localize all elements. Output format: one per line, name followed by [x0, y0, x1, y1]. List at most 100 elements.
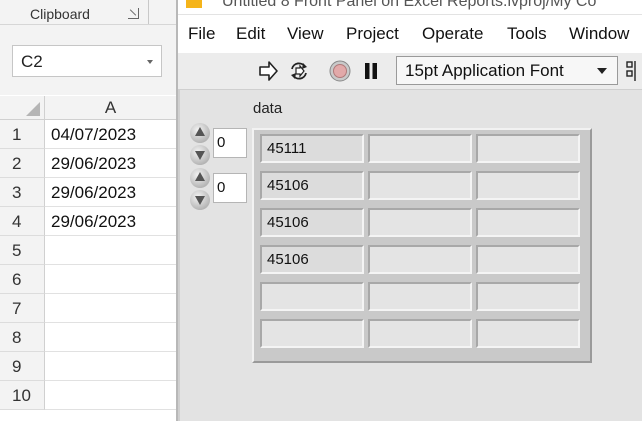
name-box-value: C2 [21, 52, 43, 71]
array-element[interactable]: 45106 [260, 171, 364, 200]
array-control[interactable]: 45111 45106 45106 45106 [252, 128, 592, 363]
array-element[interactable] [476, 134, 580, 163]
row-header[interactable]: 9 [0, 352, 45, 381]
worksheet-row: 8 [0, 323, 176, 352]
array-element[interactable] [260, 319, 364, 348]
worksheet-row: 9 [0, 352, 176, 381]
index-spinner[interactable] [188, 167, 212, 211]
labview-logo-icon [186, 0, 202, 8]
chevron-down-icon[interactable] [147, 60, 153, 64]
worksheet-row: 5 [0, 236, 176, 265]
array-element[interactable] [476, 208, 580, 237]
formula-bar-area: C2 [0, 25, 176, 95]
title-bar: Untitled 8 Front Panel on Excel Reports.… [178, 0, 642, 14]
array-element[interactable] [476, 245, 580, 274]
chevron-down-icon[interactable] [597, 68, 607, 74]
row-header[interactable]: 3 [0, 178, 45, 207]
array-element[interactable] [368, 319, 472, 348]
menu-bar: File Edit View Project Operate Tools Win… [178, 15, 642, 53]
worksheet-cell[interactable]: 04/07/2023 [45, 120, 176, 149]
array-element[interactable]: 45106 [260, 208, 364, 237]
array-element-value: 45106 [267, 177, 309, 194]
column-header-a[interactable]: A [45, 96, 176, 120]
row-header[interactable]: 4 [0, 207, 45, 236]
array-element-value: 45106 [267, 251, 309, 268]
index-row-input[interactable]: 0 [213, 128, 247, 158]
array-element[interactable] [476, 319, 580, 348]
array-index-row[interactable]: 0 [188, 122, 247, 166]
menu-operate[interactable]: Operate [422, 24, 483, 44]
row-header[interactable]: 8 [0, 323, 45, 352]
panel-edge [178, 90, 180, 421]
font-select-value: 15pt Application Font [405, 61, 564, 80]
worksheet-cell[interactable] [45, 294, 176, 323]
worksheet-cell[interactable] [45, 381, 176, 410]
run-continuously-icon[interactable] [287, 59, 311, 83]
decrement-arrow-icon[interactable] [190, 190, 210, 210]
labview-window: Untitled 8 Front Panel on Excel Reports.… [178, 0, 642, 421]
excel-window: Clipboard C2 A 1 04/07/2023 2 29/06/2023 3 29… [0, 0, 176, 421]
row-header[interactable]: 2 [0, 149, 45, 178]
array-element[interactable] [368, 208, 472, 237]
dialog-launcher-icon[interactable] [128, 8, 139, 19]
worksheet-row: 1 04/07/2023 [0, 120, 176, 149]
worksheet-cell[interactable] [45, 236, 176, 265]
menu-edit[interactable]: Edit [236, 24, 265, 44]
array-element[interactable] [368, 134, 472, 163]
run-arrow-icon[interactable] [256, 59, 280, 83]
worksheet-row: 10 [0, 381, 176, 410]
worksheet-cell[interactable] [45, 265, 176, 294]
index-row-value: 0 [217, 134, 226, 151]
increment-arrow-icon[interactable] [190, 123, 210, 143]
worksheet-row: 6 [0, 265, 176, 294]
worksheet-row: 7 [0, 294, 176, 323]
menu-tools[interactable]: Tools [507, 24, 547, 44]
array-element-value: 45111 [267, 140, 307, 157]
decrement-arrow-icon[interactable] [190, 145, 210, 165]
worksheet-cell[interactable] [45, 352, 176, 381]
worksheet-row: 2 29/06/2023 [0, 149, 176, 178]
ribbon-separator [148, 0, 149, 24]
toolbar: 15pt Application Font [178, 53, 642, 90]
window-title: Untitled 8 Front Panel on Excel Reports.… [222, 0, 597, 10]
worksheet-row: 3 29/06/2023 [0, 178, 176, 207]
array-element[interactable]: 45106 [260, 245, 364, 274]
array-element[interactable]: 45111 [260, 134, 364, 163]
index-col-input[interactable]: 0 [213, 173, 247, 203]
menu-project[interactable]: Project [346, 24, 399, 44]
align-objects-icon[interactable] [625, 59, 642, 83]
clipboard-group-label: Clipboard [30, 6, 90, 22]
worksheet-cell[interactable] [45, 323, 176, 352]
array-element[interactable] [476, 282, 580, 311]
array-element[interactable] [368, 245, 472, 274]
row-header[interactable]: 5 [0, 236, 45, 265]
array-element[interactable] [368, 282, 472, 311]
row-header[interactable]: 1 [0, 120, 45, 149]
font-select[interactable]: 15pt Application Font [396, 56, 618, 85]
increment-arrow-icon[interactable] [190, 168, 210, 188]
worksheet-cell[interactable]: 29/06/2023 [45, 149, 176, 178]
ribbon-clipboard-group: Clipboard [0, 0, 176, 25]
index-spinner[interactable] [188, 122, 212, 166]
select-all-button[interactable] [0, 96, 45, 120]
pause-icon[interactable] [359, 59, 383, 83]
abort-icon[interactable] [328, 59, 352, 83]
worksheet-grid: A 1 04/07/2023 2 29/06/2023 3 29/06/2023 4 29/0… [0, 96, 176, 421]
menu-window[interactable]: Window [569, 24, 629, 44]
row-header[interactable]: 7 [0, 294, 45, 323]
array-element[interactable] [476, 171, 580, 200]
array-element-value: 45106 [267, 214, 309, 231]
worksheet-row: 4 29/06/2023 [0, 207, 176, 236]
name-box[interactable]: C2 [12, 45, 162, 77]
menu-view[interactable]: View [287, 24, 324, 44]
worksheet-cell[interactable]: 29/06/2023 [45, 178, 176, 207]
array-index-col[interactable]: 0 [188, 167, 247, 211]
menu-file[interactable]: File [188, 24, 215, 44]
array-element[interactable] [368, 171, 472, 200]
row-header[interactable]: 6 [0, 265, 45, 294]
array-element[interactable] [260, 282, 364, 311]
index-col-value: 0 [217, 179, 226, 196]
front-panel: data 0 0 45111 45106 45106 45106 [178, 90, 642, 421]
worksheet-cell[interactable]: 29/06/2023 [45, 207, 176, 236]
row-header[interactable]: 10 [0, 381, 45, 410]
